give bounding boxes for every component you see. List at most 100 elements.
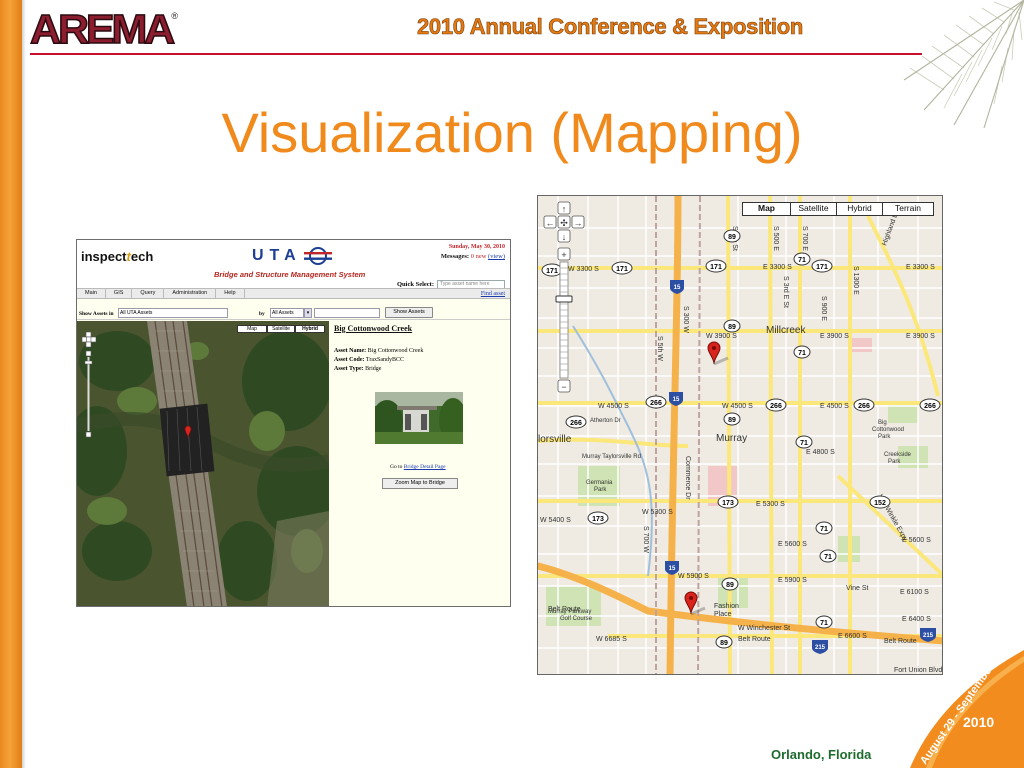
bridge-detail-link[interactable]: Bridge Detail Page	[404, 464, 446, 470]
svg-text:71: 71	[798, 257, 806, 264]
route-shield-71: 71	[793, 252, 811, 266]
aerial-satellite-button[interactable]: Satellite	[267, 325, 295, 333]
route-shield-152: 152	[869, 495, 891, 509]
route-shield-173: 173	[717, 495, 739, 509]
nav-administration[interactable]: Administration	[164, 289, 217, 298]
route-shield-171: 171	[611, 261, 633, 275]
asset-name-value: Big Cottonwood Creek	[367, 348, 424, 354]
svg-text:E 4800 S: E 4800 S	[806, 449, 835, 456]
nav-gis[interactable]: GIS	[106, 289, 133, 298]
map-type-hybrid-button[interactable]: Hybrid	[837, 203, 883, 215]
route-shield-266: 266	[565, 415, 587, 429]
aerial-map-button[interactable]: Map	[237, 325, 267, 333]
nav-query[interactable]: Query	[132, 289, 165, 298]
asset-type-select[interactable]: All Assets	[270, 308, 304, 318]
svg-text:266: 266	[650, 400, 662, 407]
svg-text:266: 266	[858, 403, 870, 410]
svg-text:89: 89	[726, 582, 734, 589]
svg-text:↑: ↑	[562, 204, 567, 214]
place-label-fashion-place: Fashion	[714, 603, 739, 610]
svg-text:E 3900 S: E 3900 S	[906, 333, 935, 340]
route-shield-266: 266	[853, 398, 875, 412]
svg-text:152: 152	[874, 500, 886, 507]
registered-mark: ®	[171, 11, 178, 21]
svg-text:W Winchester St: W Winchester St	[738, 625, 790, 632]
svg-text:71: 71	[798, 350, 806, 357]
conference-location: Orlando, Florida	[771, 747, 872, 762]
nav-main[interactable]: Main	[77, 289, 106, 298]
route-shield-71: 71	[819, 549, 837, 563]
svg-text:S 700 E: S 700 E	[801, 226, 808, 251]
app-nav-bar: Main GIS Query Administration Help	[77, 288, 510, 299]
svg-text:Place: Place	[714, 611, 732, 618]
svg-text:Creekside: Creekside	[884, 452, 912, 458]
svg-text:W 5900 S: W 5900 S	[678, 573, 709, 580]
conference-title: 2010 Annual Conference & Exposition	[417, 14, 804, 40]
route-shield-171: 171	[705, 259, 727, 273]
svg-text:E 3900 S: E 3900 S	[820, 333, 849, 340]
aerial-zoom-control[interactable]	[82, 332, 96, 442]
uta-emblem-icon	[303, 247, 332, 265]
chevron-down-icon[interactable]: ▾	[304, 308, 312, 318]
svg-text:Park: Park	[888, 459, 901, 465]
route-shield-173: 173	[587, 511, 609, 525]
svg-text:89: 89	[720, 640, 728, 647]
conference-year: 2010	[963, 714, 995, 730]
route-shield-89: 89	[723, 412, 741, 426]
map-type-selector: Map Satellite Hybrid Terrain	[742, 202, 934, 216]
current-date: Sunday, May 30, 2010	[448, 244, 505, 250]
svg-text:89: 89	[728, 234, 736, 241]
svg-text:Big: Big	[878, 420, 887, 426]
svg-text:Vine St: Vine St	[846, 585, 868, 592]
header-divider	[30, 53, 922, 55]
svg-text:89: 89	[728, 324, 736, 331]
quick-select-label: Quick Select:	[396, 281, 434, 288]
place-label-murray: Murray	[716, 433, 747, 444]
show-assets-button[interactable]: Show Assets	[385, 307, 433, 318]
asset-group-select[interactable]: All UTA Assets	[118, 308, 228, 318]
svg-text:S 300 W: S 300 W	[682, 306, 689, 333]
svg-text:Belt Route: Belt Route	[548, 606, 581, 613]
svg-text:266: 266	[770, 403, 782, 410]
svg-text:173: 173	[592, 516, 604, 523]
svg-text:266: 266	[570, 420, 582, 427]
street-map[interactable]: Millcreek Murray lorsville Fashion Place…	[537, 195, 943, 675]
route-shield-171: 171	[811, 259, 833, 273]
svg-text:S 1300 E: S 1300 E	[852, 266, 859, 295]
asset-title-link[interactable]: Big Cottonwood Creek	[334, 324, 412, 333]
svg-text:Murray Taylorsville Rd: Murray Taylorsville Rd	[582, 454, 641, 460]
route-shield-171: 171	[541, 263, 563, 277]
inspectech-screenshot: inspecttech UTA Bridge and Structure Man…	[76, 239, 511, 607]
nav-help[interactable]: Help	[216, 289, 245, 298]
by-label: by	[259, 311, 265, 317]
asset-code-row: Asset Code: TraxSandyBCC	[334, 357, 405, 363]
aerial-map[interactable]: Map Satellite Hybrid	[77, 321, 329, 606]
route-shield-89: 89	[715, 635, 733, 649]
svg-text:→: →	[574, 218, 583, 228]
svg-text:E 6600 S: E 6600 S	[838, 633, 867, 640]
svg-text:Commerce Dr: Commerce Dr	[684, 456, 691, 500]
system-name: Bridge and Structure Management System	[214, 270, 366, 279]
svg-text:E 5300 S: E 5300 S	[756, 501, 785, 508]
route-shield-89: 89	[723, 319, 741, 333]
svg-text:−: −	[561, 382, 566, 392]
route-shield-71: 71	[815, 615, 833, 629]
arema-logo: AREMA ®	[29, 8, 178, 51]
svg-text:89: 89	[728, 417, 736, 424]
svg-text:173: 173	[722, 500, 734, 507]
map-type-map-button[interactable]: Map	[743, 203, 791, 215]
messages-view-link[interactable]: (view)	[488, 253, 505, 260]
map-type-terrain-button[interactable]: Terrain	[883, 203, 933, 215]
svg-text:215: 215	[923, 633, 934, 639]
asset-name-input[interactable]	[314, 308, 380, 318]
show-assets-in-label: Show Assets in	[79, 311, 114, 317]
map-type-satellite-button[interactable]: Satellite	[791, 203, 837, 215]
find-asset-link[interactable]: Find asset	[481, 291, 505, 297]
svg-text:15: 15	[673, 397, 680, 403]
zoom-map-to-bridge-button[interactable]: Zoom Map to Bridge	[382, 478, 458, 489]
svg-text:W 3300 S: W 3300 S	[568, 266, 599, 273]
svg-text:W 5400 S: W 5400 S	[540, 517, 571, 524]
svg-text:E 5600 S: E 5600 S	[778, 541, 807, 548]
asset-type-row: Asset Type: Bridge	[334, 366, 382, 372]
aerial-hybrid-button[interactable]: Hybrid	[295, 325, 325, 333]
